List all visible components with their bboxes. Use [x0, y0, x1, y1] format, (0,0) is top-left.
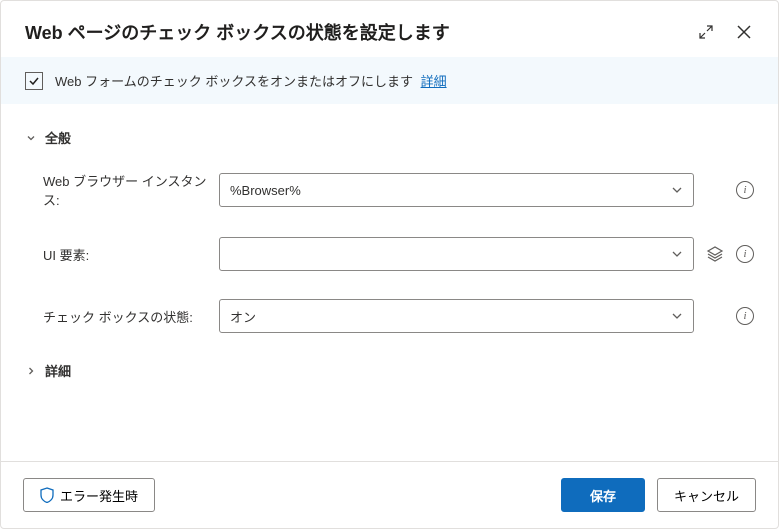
row-ui-element: UI 要素: i	[25, 237, 754, 271]
dropdown-browser-value: %Browser%	[230, 183, 301, 198]
chevron-down-icon	[671, 248, 683, 260]
info-banner: Web フォームのチェック ボックスをオンまたはオフにします 詳細	[1, 57, 778, 104]
ui-element-picker-icon[interactable]	[706, 245, 724, 263]
dropdown-checkbox-state-value: オン	[230, 307, 256, 326]
section-general-label: 全般	[45, 128, 71, 147]
close-icon[interactable]	[734, 22, 754, 42]
dropdown-browser-instance[interactable]: %Browser%	[219, 173, 694, 207]
row-browser-instance: Web ブラウザー インスタンス: %Browser% i	[25, 171, 754, 209]
info-icon[interactable]: i	[736, 307, 754, 325]
save-label: 保存	[590, 486, 616, 505]
section-advanced-toggle[interactable]: 詳細	[25, 361, 754, 380]
banner-description: Web フォームのチェック ボックスをオンまたはオフにします	[55, 74, 413, 89]
label-checkbox-state: チェック ボックスの状態:	[43, 307, 219, 326]
chevron-right-icon	[25, 365, 37, 377]
section-advanced-label: 詳細	[45, 361, 71, 380]
row-checkbox-state: チェック ボックスの状態: オン i	[25, 299, 754, 333]
checkbox-icon	[25, 72, 43, 90]
header-actions	[696, 22, 754, 42]
dropdown-ui-element[interactable]	[219, 237, 694, 271]
save-button[interactable]: 保存	[561, 478, 645, 512]
dialog-title: Web ページのチェック ボックスの状態を設定します	[25, 19, 450, 45]
dialog-footer: エラー発生時 保存 キャンセル	[1, 461, 778, 528]
on-error-button[interactable]: エラー発生時	[23, 478, 155, 512]
chevron-down-icon	[25, 132, 37, 144]
details-link[interactable]: 詳細	[421, 74, 447, 89]
cancel-button[interactable]: キャンセル	[657, 478, 756, 512]
info-icon[interactable]: i	[736, 245, 754, 263]
cancel-label: キャンセル	[674, 486, 739, 505]
chevron-down-icon	[671, 310, 683, 322]
dialog-content: 全般 Web ブラウザー インスタンス: %Browser% i UI 要素:	[1, 104, 778, 461]
label-browser-instance: Web ブラウザー インスタンス:	[43, 171, 219, 209]
chevron-down-icon	[671, 184, 683, 196]
on-error-label: エラー発生時	[60, 486, 138, 505]
banner-text-wrap: Web フォームのチェック ボックスをオンまたはオフにします 詳細	[55, 71, 447, 90]
dialog-header: Web ページのチェック ボックスの状態を設定します	[1, 1, 778, 57]
dropdown-checkbox-state[interactable]: オン	[219, 299, 694, 333]
footer-right: 保存 キャンセル	[561, 478, 756, 512]
info-icon[interactable]: i	[736, 181, 754, 199]
expand-icon[interactable]	[696, 22, 716, 42]
shield-icon	[40, 487, 54, 503]
label-ui-element: UI 要素:	[43, 245, 219, 264]
section-general-toggle[interactable]: 全般	[25, 128, 754, 147]
